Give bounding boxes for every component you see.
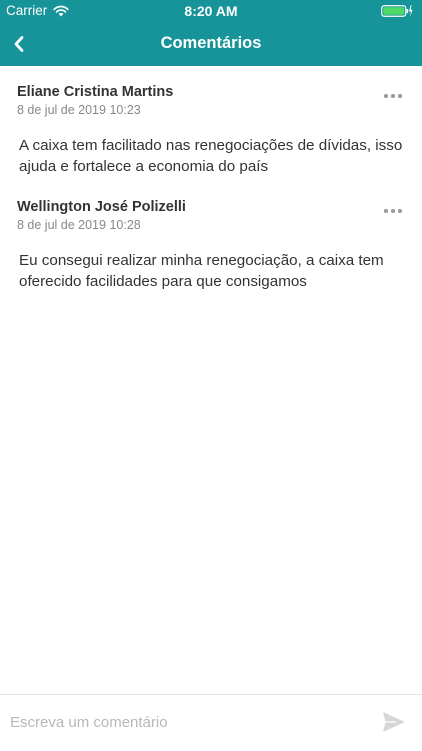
comment-date: 8 de jul de 2019 10:28 <box>17 218 141 232</box>
comment-author: Wellington José Polizelli <box>17 199 186 215</box>
comment-item: Eliane Cristina Martins 8 de jul de 2019… <box>0 84 422 184</box>
page-title: Comentários <box>160 34 262 52</box>
battery-icon <box>381 5 413 17</box>
comment-text: Eu consegui realizar minha renegociação,… <box>19 252 384 290</box>
comment-composer <box>0 694 422 751</box>
more-dots-icon <box>384 209 388 213</box>
comment-more-button[interactable] <box>384 205 402 217</box>
comment-input[interactable] <box>10 708 370 736</box>
comment-more-button[interactable] <box>384 90 402 102</box>
status-time: 8:20 AM <box>184 3 238 19</box>
more-dots-icon <box>384 94 388 98</box>
nav-bar: Comentários <box>0 22 422 66</box>
comment-date: 8 de jul de 2019 10:23 <box>17 103 141 117</box>
comment-item: Wellington José Polizelli 8 de jul de 20… <box>0 199 422 299</box>
status-bar: Carrier 8:20 AM <box>0 0 422 22</box>
send-icon[interactable] <box>382 711 406 733</box>
comment-text: A caixa tem facilitado nas renegociações… <box>19 137 403 175</box>
comment-author: Eliane Cristina Martins <box>17 84 174 100</box>
app-header: Carrier 8:20 AM Comentários <box>0 0 422 66</box>
